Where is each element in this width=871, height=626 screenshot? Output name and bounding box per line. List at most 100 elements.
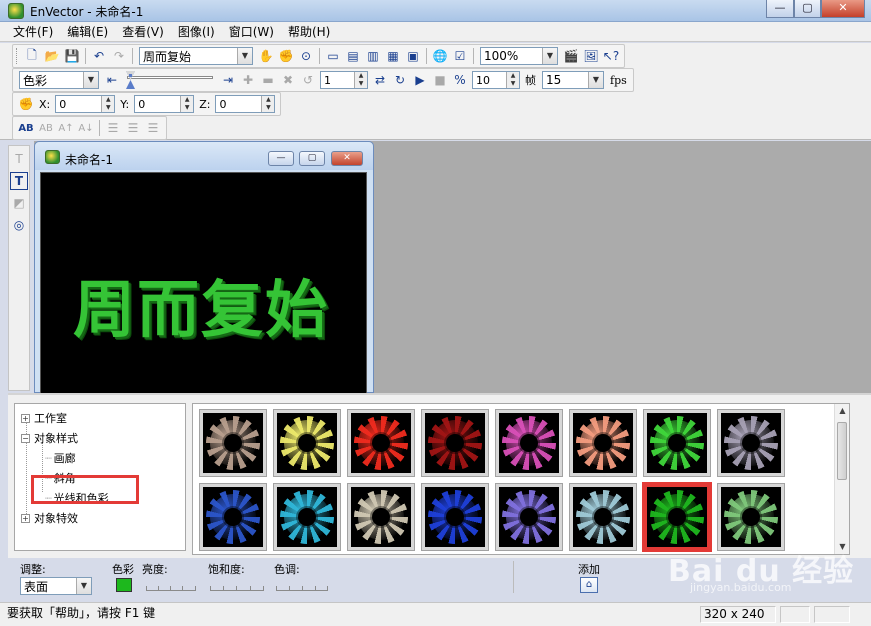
view-bottom-icon[interactable]: ▣ [404, 47, 422, 65]
new-file-icon[interactable]: 🗋 [23, 47, 41, 65]
style-thumbnail[interactable] [642, 482, 712, 552]
tree-item-studio[interactable]: + 工作室 [21, 410, 67, 426]
align-center-icon[interactable]: ☰ [124, 119, 142, 137]
spin-arrows-icon[interactable]: ▲ ▼ [506, 72, 519, 88]
remove-key-icon[interactable]: ▬ [259, 71, 277, 89]
menu-window[interactable]: 窗口(W) [222, 22, 281, 42]
hue-slider[interactable] [276, 577, 328, 591]
minimize-button[interactable]: — [766, 0, 794, 18]
canvas-3d-text[interactable]: 周而复始 [73, 259, 329, 349]
view-top-icon[interactable]: ▤ [344, 47, 362, 65]
font-spacing-icon[interactable]: AB [37, 119, 55, 137]
view-back-icon[interactable]: ▦ [384, 47, 402, 65]
play-icon[interactable]: ▶ [411, 71, 429, 89]
color-swatch[interactable] [116, 578, 132, 592]
doc-minimize-button[interactable]: — [268, 151, 294, 166]
shape-tool-icon[interactable]: ◩ [10, 194, 28, 212]
frame-spin[interactable]: 1 ▲ ▼ [320, 71, 368, 89]
repeat-icon[interactable]: ↻ [391, 71, 409, 89]
close-button[interactable]: ✕ [821, 0, 865, 18]
timeline-slider[interactable] [125, 71, 215, 89]
align-right-icon[interactable]: ☰ [144, 119, 162, 137]
style-thumbnail[interactable] [199, 483, 267, 551]
style-thumbnail[interactable] [717, 483, 785, 551]
scroll-up-icon[interactable]: ▲ [835, 404, 849, 418]
redo-icon[interactable]: ↷ [110, 47, 128, 65]
style-thumbnail[interactable] [347, 409, 415, 477]
style-thumbnail[interactable] [495, 409, 563, 477]
text-combo[interactable]: 周而复始 ▼ [139, 47, 253, 65]
swap-icon[interactable]: ⇄ [371, 71, 389, 89]
spin-arrows-icon[interactable]: ▲ ▼ [354, 72, 367, 88]
align-left-icon[interactable]: ☰ [104, 119, 122, 137]
menu-help[interactable]: 帮助(H) [281, 22, 337, 42]
open-folder-icon[interactable]: 📂 [43, 47, 61, 65]
style-thumbnail[interactable] [495, 483, 563, 551]
tree-item-gallery[interactable]: ┈ 画廊 [45, 450, 76, 466]
y-spin[interactable]: 0 ▲ ▼ [134, 95, 195, 113]
style-thumbnail[interactable] [273, 483, 341, 551]
save-icon[interactable]: 💾 [63, 47, 81, 65]
menu-image[interactable]: 图像(I) [171, 22, 222, 42]
text-tool-icon[interactable]: T [10, 172, 28, 190]
style-thumbnail[interactable] [569, 483, 637, 551]
select-target-icon[interactable]: ⊙ [297, 47, 315, 65]
style-thumbnail[interactable] [421, 409, 489, 477]
next-key-icon[interactable]: ⇥ [219, 71, 237, 89]
style-thumbnail[interactable] [421, 483, 489, 551]
font-style-icon[interactable]: AB [17, 119, 35, 137]
style-thumbnail[interactable] [643, 409, 711, 477]
menu-edit[interactable]: 编辑(E) [60, 22, 115, 42]
brightness-slider[interactable] [146, 577, 196, 591]
scroll-thumb[interactable] [837, 422, 847, 480]
spin-arrows-icon[interactable]: ▲ ▼ [101, 96, 115, 112]
menu-file[interactable]: 文件(F) [6, 22, 60, 42]
add-style-icon[interactable]: ⌂ [580, 577, 598, 593]
context-help-icon[interactable]: ↖? [602, 47, 620, 65]
style-thumbnail[interactable] [347, 483, 415, 551]
hand-icon[interactable]: ✋ [257, 47, 275, 65]
doc-close-button[interactable]: ✕ [331, 151, 363, 166]
z-spin[interactable]: 0 ▲ ▼ [215, 95, 276, 113]
font-down-icon[interactable]: A↓ [77, 119, 95, 137]
view-front-icon[interactable]: ▭ [324, 47, 342, 65]
style-thumbnail[interactable] [199, 409, 267, 477]
export-image-icon[interactable]: 🖼 [582, 47, 600, 65]
style-thumbnail[interactable] [717, 409, 785, 477]
step-spin[interactable]: 10 ▲ ▼ [472, 71, 520, 89]
stop-icon[interactable]: ■ [431, 71, 449, 89]
add-key-icon[interactable]: ✚ [239, 71, 257, 89]
gallery-scrollbar[interactable]: ▲ ▼ [834, 404, 849, 554]
chart-icon[interactable]: ☑ [451, 47, 469, 65]
text-box-icon[interactable]: T [10, 150, 28, 168]
view-side-icon[interactable]: ▥ [364, 47, 382, 65]
spin-arrows-icon[interactable]: ▲ ▼ [180, 96, 194, 112]
menu-view[interactable]: 查看(V) [115, 22, 171, 42]
undo-icon[interactable]: ↶ [90, 47, 108, 65]
rotate-hand-icon[interactable]: ✊ [277, 47, 295, 65]
style-thumbnail[interactable] [569, 409, 637, 477]
move-hand-icon[interactable]: ✊ [17, 95, 35, 113]
export-video-icon[interactable]: 🎬 [562, 47, 580, 65]
globe-icon[interactable]: 🌐 [431, 47, 449, 65]
fps-combo[interactable]: 15 ▼ [542, 71, 604, 89]
tree-item-object-style[interactable]: − 对象样式 [21, 430, 78, 446]
style-thumbnail[interactable] [273, 409, 341, 477]
maximize-button[interactable]: ▢ [794, 0, 821, 18]
collapse-icon[interactable]: − [21, 433, 30, 443]
slider-thumb-bottom[interactable] [126, 80, 135, 89]
x-spin[interactable]: 0 ▲ ▼ [55, 95, 116, 113]
expand-icon[interactable]: + [21, 413, 30, 423]
font-up-icon[interactable]: A↑ [57, 119, 75, 137]
surface-combo[interactable]: 表面 ▼ [20, 577, 92, 595]
percent-icon[interactable]: % [451, 71, 469, 89]
loop-back-icon[interactable]: ↺ [299, 71, 317, 89]
delete-keys-icon[interactable]: ✖ [279, 71, 297, 89]
object-select-icon[interactable]: ◎ [10, 216, 28, 234]
expand-icon[interactable]: + [21, 513, 30, 523]
render-canvas[interactable]: 周而复始 [40, 172, 367, 394]
zoom-combo[interactable]: 100% ▼ [480, 47, 558, 65]
doc-maximize-button[interactable]: ▢ [299, 151, 325, 166]
spin-arrows-icon[interactable]: ▲ ▼ [261, 96, 275, 112]
mode-combo[interactable]: 色彩 ▼ [19, 71, 99, 89]
